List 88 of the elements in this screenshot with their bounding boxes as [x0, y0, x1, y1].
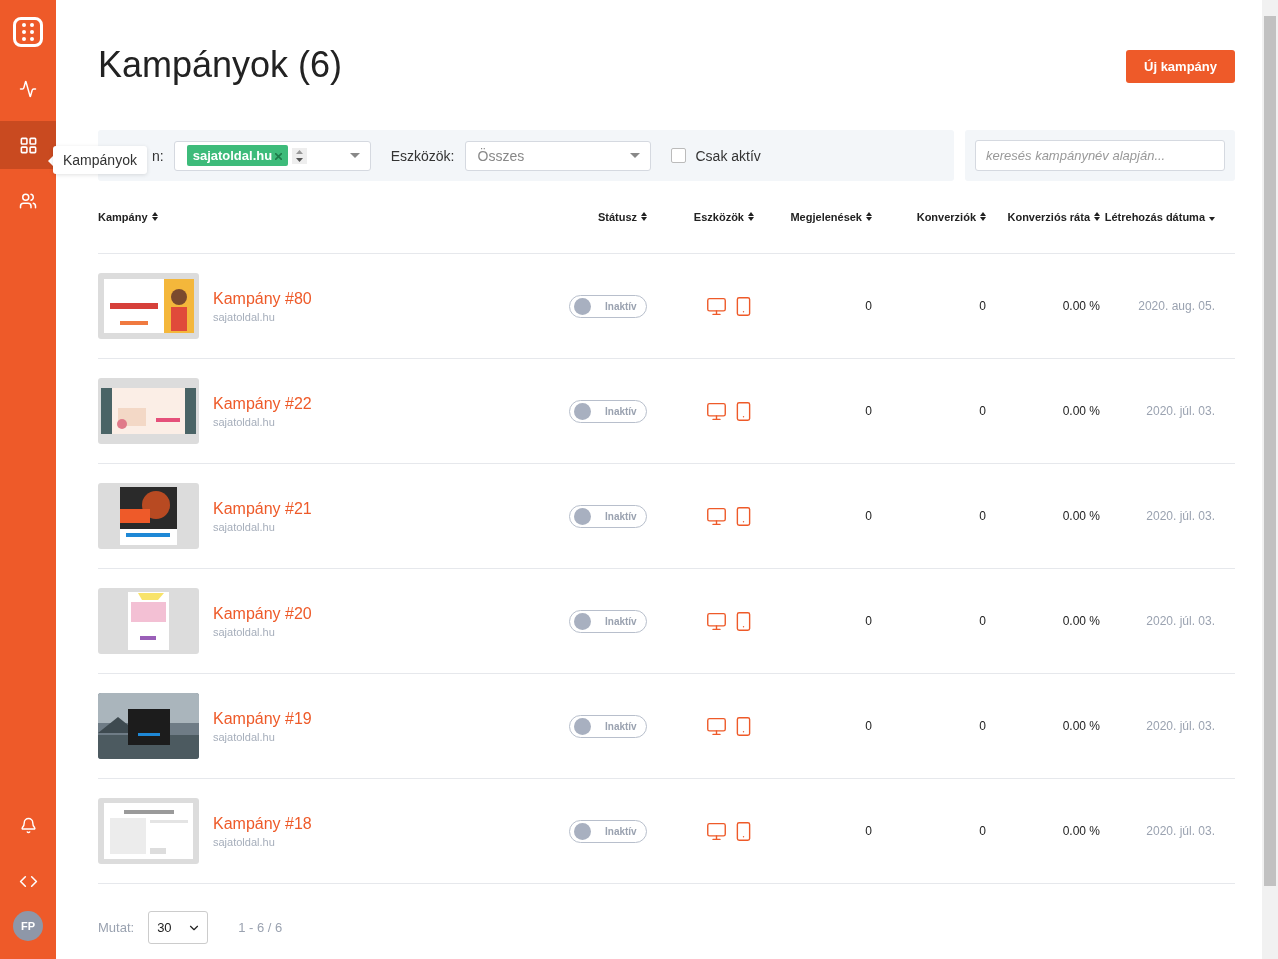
- desktop-icon: [706, 400, 727, 422]
- devices-select[interactable]: Összes: [464, 140, 651, 171]
- impressions-cell-text: 0: [865, 404, 873, 418]
- devices-label: Eszközök:: [390, 147, 455, 164]
- bell-icon: [19, 816, 37, 834]
- date-cell: 2020. júl. 03.: [1146, 824, 1215, 838]
- users-icon: [19, 192, 37, 210]
- impressions-cell-text: 0: [865, 614, 873, 628]
- conversions-cell-text: 0: [979, 614, 987, 628]
- desktop-icon: [706, 610, 727, 632]
- column-header[interactable]: Konverziók: [916, 211, 990, 223]
- date-cell: 2020. júl. 03.: [1146, 509, 1215, 523]
- impressions-cell-text: 0: [865, 299, 873, 313]
- status-toggle[interactable]: Inaktív: [569, 504, 647, 528]
- checkbox-label: Csak aktív: [695, 147, 761, 164]
- conversions-cell-text: 0: [979, 719, 987, 733]
- new-campaign-button[interactable]: Új kampány: [1126, 49, 1235, 83]
- spinner-icon[interactable]: [292, 147, 308, 164]
- caret-icon: [629, 153, 640, 158]
- date-cell: 2020. júl. 03.: [1146, 719, 1215, 733]
- campaign-link[interactable]: Kampány #18: [213, 814, 312, 833]
- column-header[interactable]: Státusz: [597, 211, 660, 223]
- campaign-domain: sajatoldal.hu: [213, 835, 276, 848]
- campaign-domain: sajatoldal.hu: [213, 415, 276, 428]
- conversions-cell-text: 0: [979, 404, 987, 418]
- grid-icon: [18, 135, 38, 155]
- desktop-icon: [706, 820, 727, 842]
- column-header[interactable]: Létrehozás dátuma: [1104, 211, 1215, 223]
- rate-cell-text: 0.00 %: [1062, 614, 1101, 628]
- conversions-cell-text: 0: [979, 509, 987, 523]
- sidebar-item[interactable]: [0, 121, 56, 169]
- conversions-cell-text: 0: [979, 299, 987, 313]
- remove-icon[interactable]: [275, 153, 283, 160]
- campaign-domain: sajatoldal.hu: [213, 520, 276, 533]
- campaign-link[interactable]: Kampány #21: [213, 499, 312, 518]
- date-cell: 2020. júl. 03.: [1146, 614, 1215, 628]
- campaign-link[interactable]: Kampány #20: [213, 604, 312, 623]
- status-toggle[interactable]: Inaktív: [569, 819, 647, 843]
- column-header[interactable]: Konverziós ráta: [1007, 211, 1104, 223]
- tooltip: Kampányok: [53, 146, 147, 174]
- activity-icon: [19, 80, 37, 98]
- rate-cell-text: 0.00 %: [1062, 719, 1101, 733]
- app-logo[interactable]: [13, 17, 43, 47]
- page-title: Kampányok (6): [98, 44, 343, 86]
- conversions-cell-text: 0: [979, 824, 987, 838]
- status-toggle[interactable]: Inaktív: [569, 399, 647, 423]
- sort-icon: [151, 212, 158, 221]
- domain-label: n:: [152, 147, 164, 164]
- checkbox[interactable]: [670, 148, 686, 163]
- scrollbar[interactable]: [1262, 0, 1278, 959]
- impressions-cell-text: 0: [865, 719, 873, 733]
- column-header[interactable]: Kampány: [98, 211, 158, 223]
- status-toggle[interactable]: Inaktív: [569, 609, 647, 633]
- search-field[interactable]: keresés kampánynév alapján...: [975, 140, 1225, 171]
- status-toggle[interactable]: Inaktív: [569, 714, 647, 738]
- sort-icon: [980, 212, 986, 221]
- page-range: 1 - 6 / 6: [238, 920, 283, 935]
- campaign-domain: sajatoldal.hu: [213, 310, 276, 323]
- campaign-link[interactable]: Kampány #19: [213, 709, 312, 728]
- campaign-domain: sajatoldal.hu: [213, 730, 276, 743]
- caret-icon: [349, 153, 360, 158]
- sort-icon: [1094, 212, 1100, 221]
- rate-cell-text: 0.00 %: [1062, 509, 1101, 523]
- sort-icon: [641, 212, 647, 221]
- user-avatar[interactable]: FP: [13, 911, 43, 941]
- per-page-select[interactable]: 30: [148, 911, 209, 944]
- rate-cell-text: 0.00 %: [1062, 404, 1101, 418]
- date-cell: 2020. júl. 03.: [1146, 404, 1215, 418]
- impressions-cell-text: 0: [865, 824, 873, 838]
- date-cell: 2020. aug. 05.: [1138, 299, 1215, 313]
- sort-icon: [866, 212, 872, 221]
- impressions-cell-text: 0: [865, 509, 873, 523]
- column-header[interactable]: Eszközök: [693, 211, 762, 223]
- status-toggle[interactable]: Inaktív: [569, 294, 647, 318]
- desktop-icon: [706, 505, 727, 527]
- column-header[interactable]: Megjelenések: [790, 211, 876, 223]
- per-page-label: Mutat:: [98, 920, 135, 935]
- domain-tag: sajatoldal.hu: [186, 145, 289, 166]
- campaign-domain: sajatoldal.hu: [213, 625, 276, 638]
- desktop-icon: [706, 715, 727, 737]
- desktop-icon: [706, 295, 727, 317]
- campaign-link[interactable]: Kampány #80: [213, 289, 312, 308]
- campaign-link[interactable]: Kampány #22: [213, 394, 312, 413]
- sort-icon: [748, 212, 754, 221]
- rate-cell-text: 0.00 %: [1062, 824, 1101, 838]
- sort-desc-icon: [1209, 217, 1215, 221]
- domain-select[interactable]: sajatoldal.hu: [173, 140, 371, 171]
- rate-cell-text: 0.00 %: [1062, 299, 1101, 313]
